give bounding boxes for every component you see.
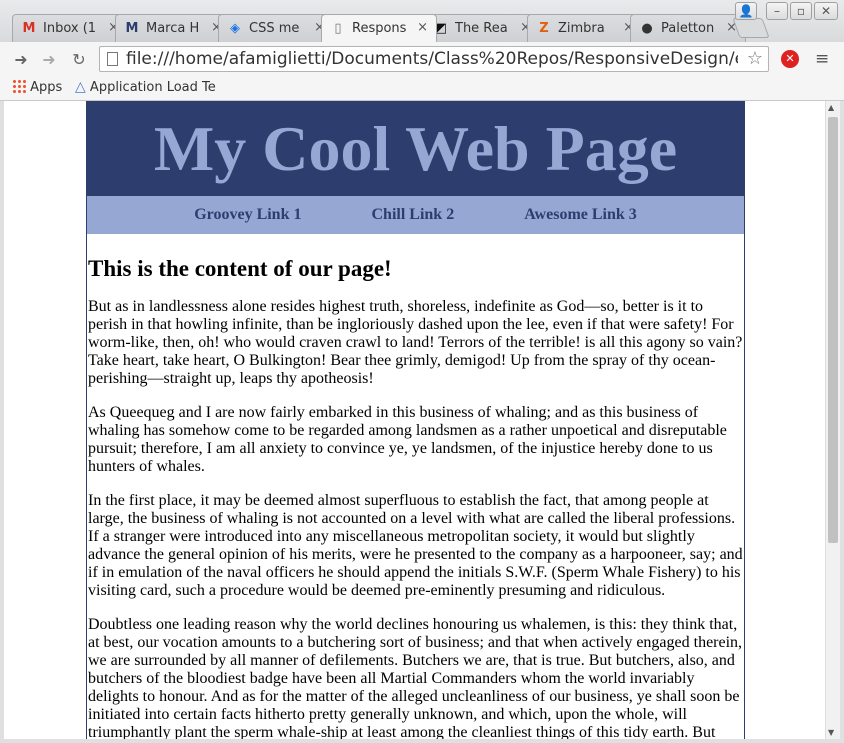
- bookmark-star-icon[interactable]: ☆: [747, 48, 763, 69]
- address-bar[interactable]: file:///home/afamiglietti/Documents/Clas…: [99, 46, 769, 72]
- menu-icon[interactable]: ≡: [815, 49, 829, 69]
- content-paragraph: Doubtless one leading reason why the wor…: [88, 616, 743, 739]
- tab-label: Inbox (1: [43, 21, 97, 36]
- back-arrow-icon[interactable]: ➜: [12, 50, 30, 69]
- reload-icon[interactable]: ↻: [70, 50, 88, 69]
- browser-tab[interactable]: ● Paletton ×: [630, 14, 746, 42]
- browser-titlebar: M Inbox (1 × M Marca H × ◈ CSS me × ▯ Respons × ◩ The…: [0, 0, 844, 42]
- content-paragraph: As Queequeg and I are now fairly embarke…: [88, 404, 727, 475]
- close-window-button[interactable]: ✕: [814, 2, 838, 20]
- tab-label: CSS me: [249, 21, 300, 36]
- gmail-icon: M: [22, 21, 36, 36]
- scrollbar-thumb[interactable]: [828, 117, 838, 543]
- browser-tab[interactable]: M Marca H ×: [115, 14, 231, 42]
- tab-label: Paletton: [661, 21, 715, 36]
- bookmarks-bar: Apps △ Application Load Te: [0, 76, 844, 101]
- css-icon: ◈: [230, 21, 240, 36]
- new-tab-button[interactable]: [732, 18, 770, 38]
- page-title: My Cool Web Page: [153, 113, 678, 184]
- bookmark-item[interactable]: △ Application Load Te: [75, 79, 216, 95]
- content-paragraph: But as in landlessness alone resides hig…: [88, 298, 743, 387]
- zimbra-icon: Z: [539, 21, 549, 36]
- tab-close-icon[interactable]: ×: [417, 20, 428, 35]
- page-header: My Cool Web Page: [87, 101, 744, 196]
- marca-icon: M: [125, 21, 139, 36]
- vertical-scrollbar[interactable]: ▲ ▼: [825, 101, 840, 739]
- tab-label: Respons: [352, 21, 407, 36]
- page-icon: [107, 52, 118, 66]
- scroll-up-arrow-icon[interactable]: ▲: [828, 103, 834, 112]
- document-icon: ▯: [334, 21, 342, 36]
- apps-label: Apps: [30, 80, 63, 95]
- maximize-button[interactable]: ▫: [790, 2, 812, 20]
- page-content: This is the content of our page! But as …: [87, 256, 744, 739]
- forward-arrow-icon[interactable]: ➜: [40, 50, 58, 69]
- profile-icon[interactable]: 👤: [735, 2, 757, 20]
- browser-tab[interactable]: M Inbox (1 ×: [12, 14, 128, 42]
- nav-link-chill[interactable]: Chill Link 2: [371, 206, 454, 223]
- content-heading: This is the content of our page!: [88, 256, 392, 281]
- tab-label: The Rea: [455, 21, 508, 36]
- tab-label: Zimbra: [558, 21, 605, 36]
- paletton-icon: ●: [641, 21, 653, 36]
- nav-link-awesome[interactable]: Awesome Link 3: [524, 206, 637, 223]
- extension-icon[interactable]: ✕: [781, 50, 799, 68]
- content-paragraph: In the first place, it may be deemed alm…: [88, 492, 743, 599]
- page-container: My Cool Web Page Groovey Link 1 Chill Li…: [86, 101, 745, 739]
- browser-tab[interactable]: ◈ CSS me ×: [218, 14, 334, 42]
- apps-shortcut[interactable]: Apps: [12, 79, 62, 95]
- page-nav: Groovey Link 1 Chill Link 2 Awesome Link…: [87, 196, 744, 234]
- browser-toolbar: ➜ ➜ ↻ file:///home/afamiglietti/Document…: [0, 42, 844, 76]
- page-viewport: My Cool Web Page Groovey Link 1 Chill Li…: [4, 101, 825, 739]
- tab-label: Marca H: [146, 21, 200, 36]
- minimize-button[interactable]: –: [766, 2, 788, 20]
- url-text[interactable]: file:///home/afamiglietti/Documents/Clas…: [126, 48, 738, 70]
- bookmark-triangle-icon: △: [75, 79, 86, 95]
- browser-tab[interactable]: Z Zimbra ×: [527, 14, 643, 42]
- nav-link-groovey[interactable]: Groovey Link 1: [194, 206, 301, 223]
- bookmark-label: Application Load Te: [89, 80, 216, 95]
- scroll-down-arrow-icon[interactable]: ▼: [828, 728, 834, 737]
- browser-tab[interactable]: ▯ Respons ×: [321, 14, 437, 42]
- apps-grid-icon: [12, 79, 26, 93]
- browser-tab[interactable]: ◩ The Rea ×: [424, 14, 540, 42]
